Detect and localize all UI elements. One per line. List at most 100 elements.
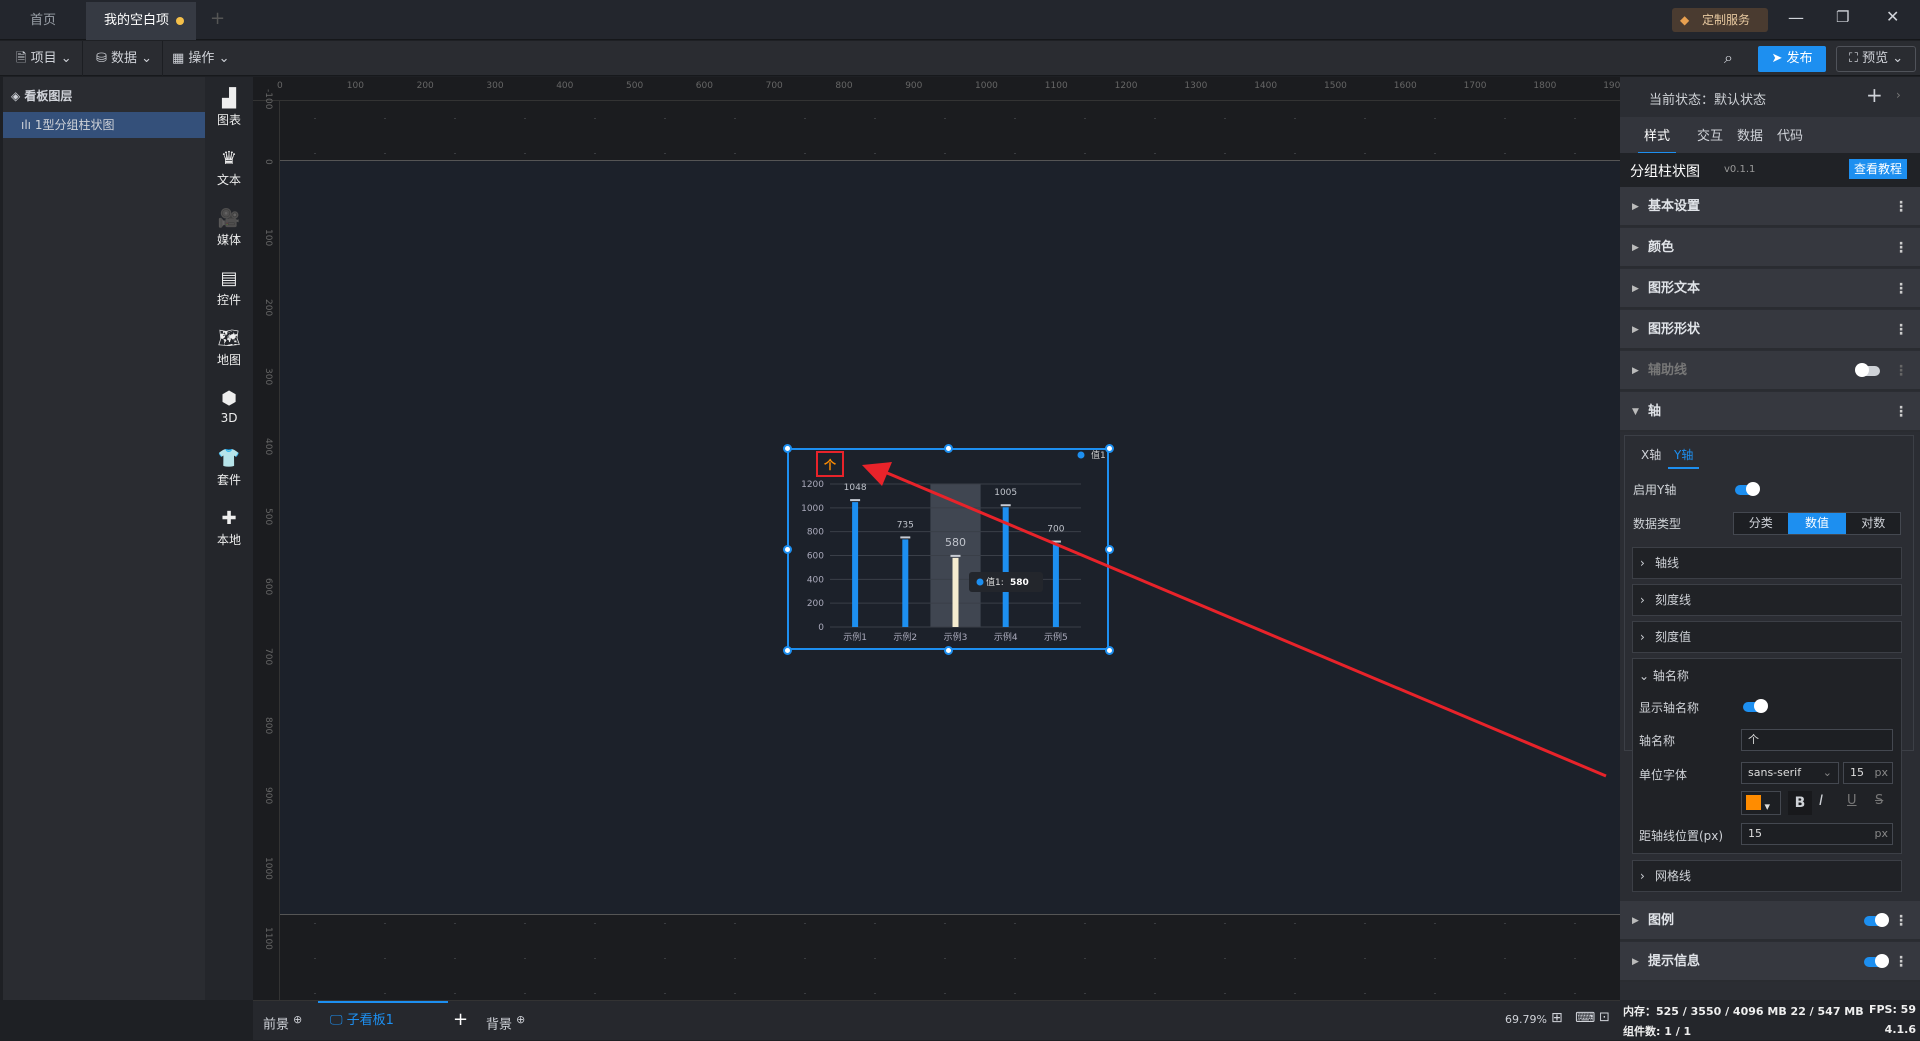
font-size-input[interactable]: 15 px [1843, 762, 1893, 784]
resize-handle[interactable] [1105, 444, 1114, 453]
data-type-selector: 分类 数值 对数 [1733, 512, 1901, 535]
fps-status: FPS: 59 [1868, 1003, 1916, 1016]
bold-button[interactable]: B [1788, 791, 1812, 815]
resize-handle[interactable] [1105, 545, 1114, 554]
section-axis[interactable]: ▼ 轴 ⋮ [1620, 392, 1920, 432]
bar [852, 502, 859, 627]
subsection-grid-line[interactable]: › 网格线 [1632, 860, 1902, 892]
component-header: 分组柱状图 v0.1.1 查看教程 [1620, 153, 1920, 187]
data-type-label: 数据类型 [1633, 517, 1682, 531]
subsection-tick-value[interactable]: › 刻度值 [1632, 621, 1902, 653]
x-tick-label: 示例1 [843, 631, 867, 643]
enable-y-toggle[interactable] [1735, 482, 1760, 496]
legend-marker [1077, 451, 1085, 459]
background-tab[interactable]: 背景 ⊕ [486, 1013, 525, 1032]
section-graphic-text[interactable]: ▶ 图形文本 ⋮ [1620, 269, 1920, 309]
tutorial-button[interactable]: 查看教程 [1849, 159, 1907, 179]
tab-data[interactable]: 数据 [1737, 125, 1763, 144]
properties-panel: 当前状态：默认状态 + › 样式 交互 数据 代码 分组柱状图 v0.1.1 查… [1620, 77, 1920, 1000]
show-axis-name-toggle[interactable] [1743, 699, 1768, 713]
y-tick-label: 200 [807, 599, 824, 609]
data-label: 735 [897, 520, 914, 530]
foreground-tab[interactable]: 前景 ⊕ [263, 1013, 302, 1032]
section-guideline[interactable]: ▶ 辅助线 ⋮ [1620, 351, 1920, 391]
tooltip-label: 值1: [986, 576, 1004, 588]
legend-toggle[interactable] [1864, 913, 1889, 927]
add-state-button[interactable]: + [1866, 83, 1883, 107]
y-tick-label: 1000 [801, 504, 824, 514]
subsection-axis-name: ⌄ 轴名称 显示轴名称 轴名称 个 单位字体 sans-serif ⌄ 15 px … [1632, 658, 1902, 854]
legend-label: 值1 [1091, 449, 1106, 461]
memory-status: 内存：525 / 3550 / 4096 MB 22 / 547 MB [1623, 1005, 1864, 1018]
guideline-toggle[interactable] [1855, 363, 1880, 377]
axis-name-label: 轴名称 [1639, 734, 1676, 748]
app-version: 4.1.6 [1884, 1023, 1916, 1036]
x-tick-label: 示例5 [1044, 631, 1068, 643]
color-picker[interactable]: ▾ [1741, 791, 1781, 815]
tab-code[interactable]: 代码 [1777, 125, 1803, 144]
tab-y-axis[interactable]: Y轴 [1668, 446, 1700, 469]
x-tick-label: 示例3 [944, 631, 968, 643]
add-board-button[interactable]: + [453, 1009, 468, 1030]
component-version: v0.1.1 [1724, 164, 1756, 175]
bar-cap [1000, 504, 1011, 507]
axis-name-header[interactable]: ⌄ 轴名称 [1639, 667, 1689, 684]
keyboard-icon[interactable]: ⌨ [1575, 1010, 1595, 1026]
component-count: 组件数: 1 / 1 [1623, 1025, 1692, 1038]
bottom-bar: 前景 ⊕ 🖵 子看板1 + 背景 ⊕ 69.79% ⊞ ⌨ ⊡ [253, 1000, 1620, 1040]
resize-handle[interactable] [1105, 646, 1114, 655]
color-swatch [1746, 795, 1761, 810]
y-axis-name: 个 [823, 457, 837, 472]
y-tick-label: 0 [818, 623, 824, 633]
chevron-right-icon[interactable]: › [1896, 88, 1901, 102]
tab-interaction[interactable]: 交互 [1697, 125, 1723, 144]
resize-handle[interactable] [783, 444, 792, 453]
data-type-log[interactable]: 对数 [1846, 513, 1900, 534]
tooltip-value: 580 [1010, 578, 1029, 588]
subsection-tick-line[interactable]: › 刻度线 [1632, 584, 1902, 616]
resize-handle[interactable] [783, 646, 792, 655]
italic-button[interactable]: I [1819, 793, 1823, 809]
tab-x-axis[interactable]: X轴 [1641, 446, 1661, 463]
enable-y-label: 启用Y轴 [1633, 483, 1677, 497]
data-type-value[interactable]: 数值 [1787, 513, 1847, 534]
section-basic[interactable]: ▶ 基本设置 ⋮ [1620, 187, 1920, 227]
component-name: 分组柱状图 [1630, 164, 1700, 180]
data-label: 580 [945, 536, 966, 549]
resize-handle[interactable] [783, 545, 792, 554]
zoom-level[interactable]: 69.79% [1505, 1013, 1547, 1026]
fit-screen-icon[interactable]: ⊞ [1551, 1010, 1563, 1026]
tooltip-marker [976, 578, 984, 586]
bar [1052, 543, 1059, 627]
axis-name-input[interactable]: 个 [1741, 729, 1893, 751]
y-tick-label: 800 [807, 528, 824, 538]
board-tab[interactable]: 🖵 子看板1 [318, 1001, 448, 1041]
bar [952, 557, 959, 627]
font-family-select[interactable]: sans-serif ⌄ [1741, 762, 1839, 784]
tab-style[interactable]: 样式 [1638, 125, 1677, 154]
data-type-category[interactable]: 分类 [1734, 513, 1788, 534]
resize-handle[interactable] [944, 646, 953, 655]
resize-handle[interactable] [944, 444, 953, 453]
panel-tabs: 样式 交互 数据 代码 [1620, 117, 1920, 154]
show-axis-name-label: 显示轴名称 [1639, 701, 1700, 715]
data-label: 700 [1047, 525, 1064, 535]
section-legend[interactable]: ▶ 图例 ⋮ [1620, 901, 1920, 941]
section-tooltip[interactable]: ▶ 提示信息 ⋮ [1620, 942, 1920, 982]
data-label: 1048 [844, 483, 867, 493]
y-tick-label: 400 [807, 575, 824, 585]
bar-cap [1050, 540, 1061, 543]
section-graphic-shape[interactable]: ▶ 图形形状 ⋮ [1620, 310, 1920, 350]
terminal-icon[interactable]: ⊡ [1599, 1010, 1610, 1025]
bar [1002, 507, 1009, 627]
y-tick-label: 1200 [801, 480, 824, 490]
bar-cap [950, 554, 961, 557]
subsection-axis-line[interactable]: › 轴线 [1632, 547, 1902, 579]
bar [902, 539, 909, 627]
offset-label: 距轴线位置(px) [1639, 829, 1724, 843]
strikethrough-button[interactable]: S [1875, 793, 1883, 808]
tooltip-toggle[interactable] [1864, 954, 1889, 968]
underline-button[interactable]: U [1847, 793, 1857, 808]
offset-input[interactable]: 15 px [1741, 823, 1893, 845]
section-color[interactable]: ▶ 颜色 ⋮ [1620, 228, 1920, 268]
